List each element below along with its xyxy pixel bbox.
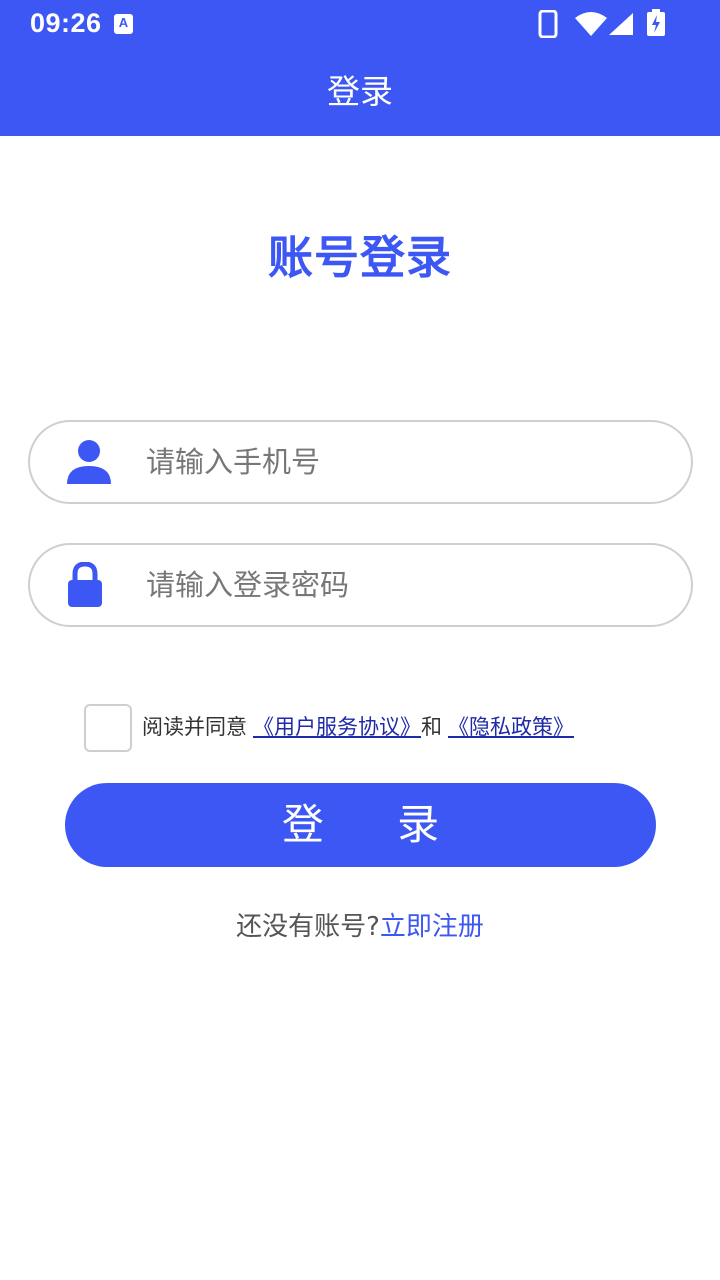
signal-icon — [609, 13, 633, 35]
password-field[interactable] — [28, 543, 693, 627]
notification-a-letter: A — [118, 15, 129, 30]
register-prompt: 还没有账号? — [236, 912, 380, 942]
register-row: 还没有账号?立即注册 — [0, 910, 720, 944]
agreement-prefix: 阅读并同意 — [142, 715, 247, 739]
phone-icon — [538, 10, 558, 38]
notification-a-icon: A — [114, 14, 133, 34]
password-input[interactable] — [146, 559, 666, 611]
wifi-icon — [575, 12, 607, 36]
lock-icon — [68, 562, 102, 607]
agreement-checkbox[interactable] — [84, 704, 132, 752]
phone-input[interactable] — [146, 436, 666, 488]
battery-charging-icon — [647, 9, 665, 36]
register-link[interactable]: 立即注册 — [380, 912, 484, 942]
app-bar: 登录 — [0, 48, 720, 136]
user-agreement-link[interactable]: 《用户服务协议》 — [247, 715, 421, 739]
status-bar: 09:26 A — [0, 0, 720, 48]
agreement-and: 和 — [421, 715, 442, 739]
login-button[interactable]: 登 录 — [65, 783, 656, 867]
user-icon — [67, 440, 111, 484]
agreement-text: 阅读并同意 《用户服务协议》和 《隐私政策》 — [142, 712, 574, 742]
phone-field[interactable] — [28, 420, 693, 504]
status-time: 09:26 — [30, 8, 102, 38]
privacy-policy-link[interactable]: 《隐私政策》 — [442, 715, 574, 739]
agreement-row: 阅读并同意 《用户服务协议》和 《隐私政策》 — [84, 704, 644, 752]
page-heading: 账号登录 — [267, 231, 452, 284]
app-bar-title: 登录 — [327, 72, 393, 111]
